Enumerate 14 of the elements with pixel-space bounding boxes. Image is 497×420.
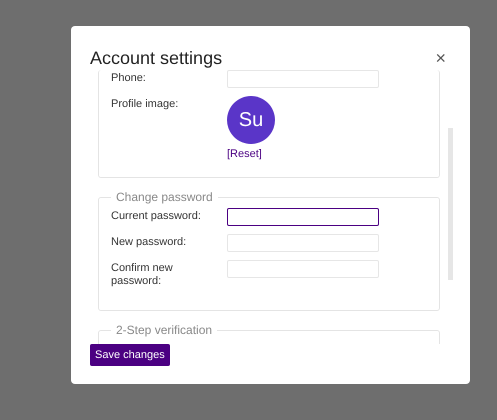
field-label: Confirm new password: [111,261,174,288]
save-button[interactable]: Save changes [90,344,170,366]
field-label: Profile image: [111,97,180,111]
section-legend: Change password [111,190,218,204]
dialog-title: Account settings [90,48,222,68]
close-button[interactable]: × [433,48,448,68]
field-label: Phone: [111,71,147,85]
reset-link[interactable]: [Reset] [227,148,275,160]
section-legend: 2-Step verification [111,323,218,337]
scrollbar[interactable] [448,128,453,280]
input-field[interactable] [227,208,379,226]
field-label: Current password: [111,209,202,223]
avatar: Su [227,96,275,144]
field-label: New password: [111,235,188,249]
